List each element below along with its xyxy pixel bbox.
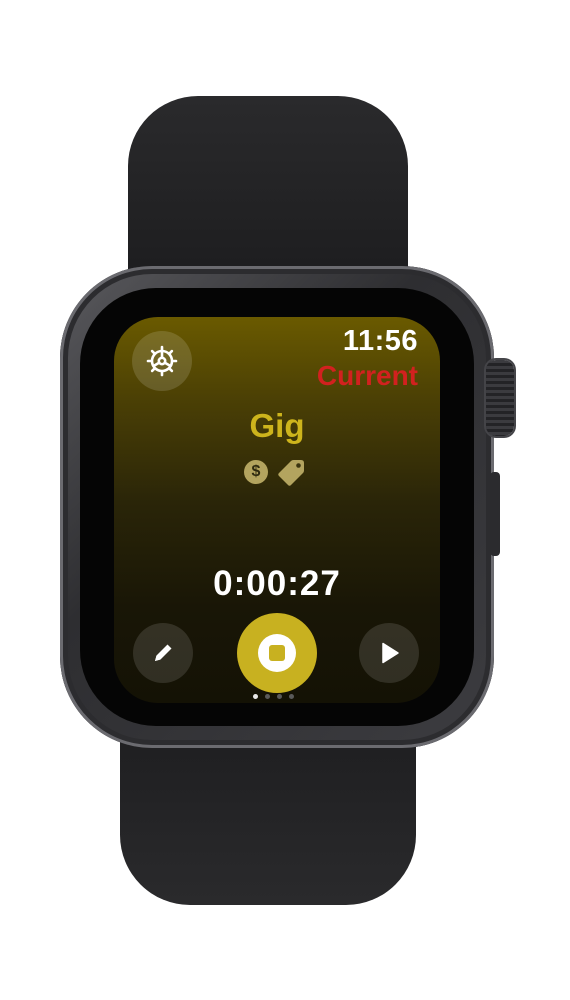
watch-screen: 11:56 Current Gig $ 0:00:27 (114, 317, 440, 703)
page-dot (253, 694, 258, 699)
page-dot (277, 694, 282, 699)
play-button[interactable] (359, 623, 419, 683)
digital-crown[interactable] (486, 360, 514, 436)
dollar-icon: $ (244, 460, 268, 484)
play-icon (382, 642, 399, 664)
settings-button[interactable] (132, 331, 192, 391)
stop-icon (258, 634, 296, 672)
watch-device: 11:56 Current Gig $ 0:00:27 (0, 0, 570, 1000)
status-label: Current (316, 360, 418, 391)
page-dot (289, 694, 294, 699)
pencil-icon (155, 644, 172, 661)
gear-icon (146, 345, 178, 377)
stop-button[interactable] (237, 613, 317, 693)
clock-time: 11:56 (342, 325, 418, 357)
elapsed-timer: 0:00:27 (213, 564, 341, 603)
activity-tags: $ (244, 458, 306, 486)
page-dot (265, 694, 270, 699)
edit-button[interactable] (133, 623, 193, 683)
tag-icon (278, 460, 304, 486)
stop-square (269, 645, 285, 661)
activity-title: Gig (249, 407, 305, 444)
page-indicator (253, 694, 294, 699)
side-button[interactable] (490, 472, 500, 556)
